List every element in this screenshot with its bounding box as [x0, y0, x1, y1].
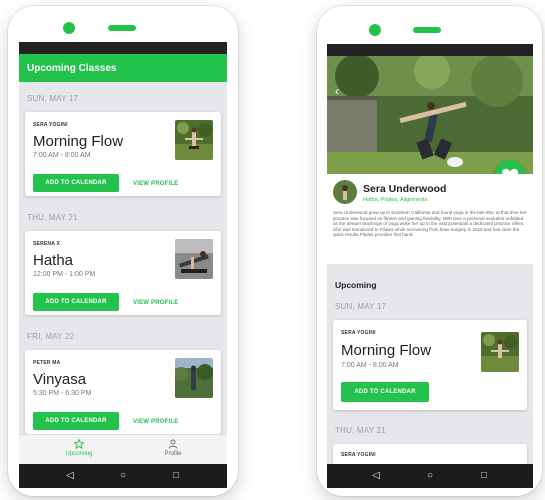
nav-item-profile[interactable]: Profile [143, 439, 203, 457]
circle-home-icon[interactable]: ○ [116, 470, 130, 481]
speaker-bar [108, 25, 136, 31]
person-icon [168, 439, 178, 449]
triangle-back-icon[interactable]: ◁ [63, 470, 77, 481]
instructor-name: SERA YOGINI [33, 122, 68, 128]
instructor-profile-screen: ‹ Sera Underwood Hatha, Pilates, Alignme… [327, 44, 533, 488]
square-recent-icon[interactable]: □ [477, 470, 491, 481]
upcoming-classes-screen: Upcoming Classes SUN, MAY 17 SERA YOGINI… [19, 42, 227, 488]
instructor-profile-card: Sera Underwood Hatha, Pilates, Alignment… [327, 174, 533, 264]
app-bar: Upcoming Classes [19, 54, 227, 82]
class-time: 7:00 AM - 8:00 AM [341, 362, 399, 369]
class-card[interactable]: PETER MA Vinyasa 5:30 PM - 6:30 PM ADD T… [25, 350, 221, 434]
nav-item-upcoming[interactable]: Upcoming [49, 438, 109, 457]
class-thumbnail [175, 239, 213, 279]
add-to-calendar-button[interactable]: ADD TO CALENDAR [33, 412, 119, 430]
nav-label-profile: Profile [164, 451, 182, 457]
view-profile-link[interactable]: VIEW PROFILE [133, 300, 178, 306]
instructor-name: SERA YOGINI [341, 452, 376, 458]
class-card[interactable]: SERA YOGINI Morning Flow 7:00 AM - 8:00 … [25, 112, 221, 196]
camera-dot [369, 24, 381, 36]
app-bar-title: Upcoming Classes [27, 63, 117, 74]
class-time: 12:00 PM - 1:00 PM [33, 271, 96, 278]
date-header: THU, MAY 21 [27, 213, 78, 222]
view-profile-link[interactable]: VIEW PROFILE [133, 181, 178, 187]
add-to-calendar-button[interactable]: ADD TO CALENDAR [341, 382, 429, 402]
class-name: Morning Flow [341, 342, 432, 359]
upcoming-title: Upcoming [335, 280, 377, 290]
phone-right: ‹ Sera Underwood Hatha, Pilates, Alignme… [317, 6, 542, 496]
speaker-bar [413, 27, 441, 33]
class-thumbnail [175, 120, 213, 160]
instructor-name: SERA YOGINI [341, 330, 376, 336]
date-header: FRI, MAY 22 [27, 332, 75, 341]
date-header: THU, MAY 21 [335, 426, 386, 435]
triangle-back-icon[interactable]: ◁ [369, 470, 383, 481]
star-icon [73, 438, 85, 450]
instructor-bio: Sera Underwood grew up in Southern Calif… [333, 210, 527, 238]
status-bar [19, 42, 227, 54]
class-name: Morning Flow [33, 133, 124, 150]
class-card[interactable]: SERENA X Hatha 12:00 PM - 1:00 PM ADD TO… [25, 231, 221, 315]
nav-label-upcoming: Upcoming [65, 451, 93, 457]
circle-home-icon[interactable]: ○ [423, 470, 437, 481]
chevron-left-icon[interactable]: ‹ [335, 84, 339, 98]
bottom-navigation: Upcoming Profile [19, 434, 227, 464]
class-time: 7:00 AM - 8:00 AM [33, 152, 91, 159]
phone-left: Upcoming Classes SUN, MAY 17 SERA YOGINI… [8, 6, 238, 496]
add-to-calendar-button[interactable]: ADD TO CALENDAR [33, 174, 119, 192]
system-navigation-bar: ◁ ○ □ [327, 464, 533, 488]
class-thumbnail [175, 358, 213, 398]
class-thumbnail [481, 332, 519, 372]
system-navigation-bar: ◁ ○ □ [19, 464, 227, 488]
avatar [333, 180, 357, 204]
class-card[interactable]: SERA YOGINI Morning Flow 7:00 AM - 8:00 … [333, 320, 527, 410]
status-bar [327, 44, 533, 56]
class-name: Hatha [33, 252, 74, 269]
instructor-styles: Hatha, Pilates, Alignments [363, 197, 428, 203]
date-header: SUN, MAY 17 [27, 94, 79, 103]
instructor-hero-image [327, 56, 533, 174]
instructor-name: SERENA X [33, 241, 60, 247]
class-time: 5:30 PM - 6:30 PM [33, 390, 92, 397]
view-profile-link[interactable]: VIEW PROFILE [133, 419, 178, 425]
class-name: Vinyasa [33, 371, 87, 388]
add-to-calendar-button[interactable]: ADD TO CALENDAR [33, 293, 119, 311]
date-header: SUN, MAY 17 [335, 302, 387, 311]
camera-dot [63, 22, 75, 34]
instructor-name: Sera Underwood [363, 183, 447, 195]
square-recent-icon[interactable]: □ [169, 470, 183, 481]
app-showcase: Upcoming Classes SUN, MAY 17 SERA YOGINI… [0, 0, 545, 500]
instructor-name: PETER MA [33, 360, 61, 366]
